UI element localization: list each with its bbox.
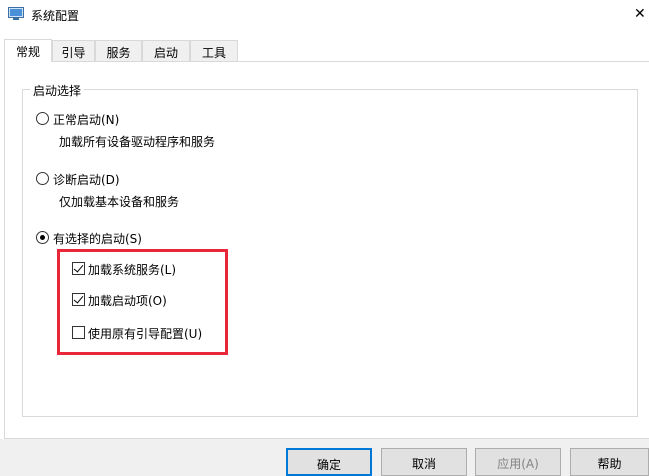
system-config-icon	[8, 7, 24, 20]
apply-button[interactable]: 应用(A)	[475, 448, 561, 476]
normal-startup-description: 加载所有设备驱动程序和服务	[59, 135, 216, 149]
help-button[interactable]: 帮助	[570, 448, 649, 476]
selective-startup-label[interactable]: 有选择的启动(S)	[53, 230, 142, 247]
tab-services[interactable]: 服务	[95, 40, 142, 61]
normal-startup-radio[interactable]	[36, 112, 49, 125]
ok-button[interactable]: 确定	[286, 448, 372, 476]
diagnostic-startup-label[interactable]: 诊断启动(D)	[53, 171, 120, 188]
selective-startup-radio[interactable]	[36, 231, 49, 244]
tab-general[interactable]: 常规	[4, 39, 52, 62]
normal-startup-label[interactable]: 正常启动(N)	[53, 111, 119, 128]
group-legend: 启动选择	[30, 82, 85, 99]
tab-tools[interactable]: 工具	[190, 40, 238, 61]
diagnostic-startup-description: 仅加载基本设备和服务	[59, 195, 180, 209]
diagnostic-startup-radio[interactable]	[36, 172, 49, 185]
highlight-box	[57, 249, 228, 355]
tab-startup[interactable]: 启动	[142, 40, 190, 61]
window-title: 系统配置	[31, 9, 80, 23]
close-icon: ✕	[634, 6, 646, 22]
close-button[interactable]: ✕	[620, 0, 649, 30]
cancel-button[interactable]: 取消	[381, 448, 467, 476]
title-bar: 系统配置 ✕	[0, 0, 649, 32]
tab-boot[interactable]: 引导	[52, 40, 95, 61]
